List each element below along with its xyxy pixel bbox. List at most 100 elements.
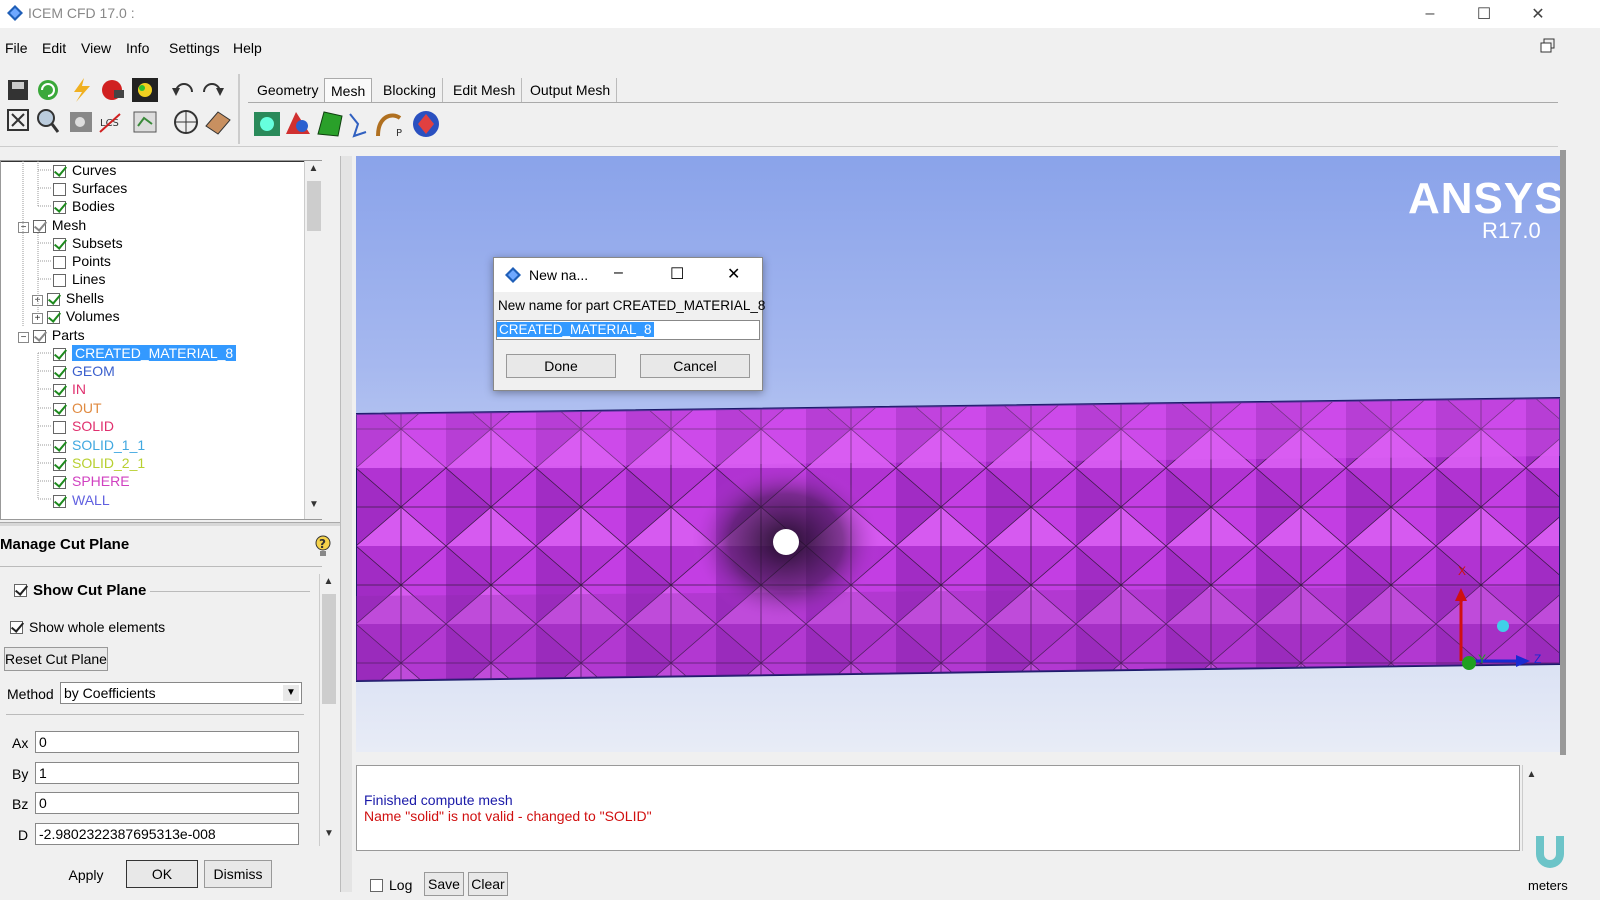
mesh-checkbox[interactable]: [32, 219, 46, 233]
graphics-viewport[interactable]: ANSYS R17.0 X Y Z: [356, 156, 1560, 752]
tab-edit-mesh[interactable]: Edit Mesh: [447, 78, 523, 102]
show-whole-elements-toggle[interactable]: Show whole elements: [10, 619, 165, 635]
menu-view[interactable]: View: [81, 40, 111, 56]
tree-node-points[interactable]: Points: [53, 252, 111, 270]
wireframe-icon[interactable]: [174, 110, 198, 134]
parts-checkbox[interactable]: [32, 329, 46, 343]
measure-icon[interactable]: [70, 112, 92, 132]
tree-scrollbar[interactable]: ▲ ▼: [304, 161, 322, 519]
message-log[interactable]: Finished compute mesh Name "solid" is no…: [356, 765, 1520, 851]
collapse-icon[interactable]: −: [18, 222, 29, 233]
save-icon[interactable]: [8, 80, 28, 100]
scroll-thumb[interactable]: [322, 594, 336, 704]
tree-part-solid[interactable]: SOLID: [53, 417, 114, 435]
zoom-icon[interactable]: [37, 109, 60, 133]
reset-cut-plane-button[interactable]: Reset Cut Plane: [4, 647, 108, 671]
expand-icon[interactable]: +: [32, 295, 43, 306]
restore-panel-icon[interactable]: [1540, 38, 1556, 54]
points-checkbox[interactable]: [53, 255, 66, 269]
solid-shade-icon[interactable]: [205, 111, 231, 135]
menu-settings[interactable]: Settings: [169, 40, 220, 56]
surfaces-checkbox[interactable]: [53, 182, 66, 196]
red-sphere-icon[interactable]: [102, 80, 124, 100]
view-options-icon[interactable]: [133, 111, 157, 133]
refresh-icon[interactable]: [38, 80, 58, 100]
ax-input[interactable]: 0: [35, 731, 299, 753]
scroll-thumb[interactable]: [307, 181, 321, 231]
tab-geometry[interactable]: Geometry: [251, 78, 326, 102]
tree-node-curves[interactable]: Curves: [53, 161, 116, 179]
tree-part-created-material-8[interactable]: CREATED_MATERIAL_8: [53, 344, 237, 362]
part-checkbox[interactable]: [53, 439, 66, 453]
ok-button[interactable]: OK: [126, 860, 198, 888]
scroll-up-icon[interactable]: ▲: [1523, 769, 1540, 780]
method-select[interactable]: by Coefficients ▼: [60, 682, 302, 704]
apply-button[interactable]: Apply: [48, 863, 124, 887]
help-icon[interactable]: ?: [314, 534, 332, 558]
collapse-icon[interactable]: −: [18, 332, 29, 343]
subsets-checkbox[interactable]: [53, 237, 66, 251]
tree-part-geom[interactable]: GEOM: [53, 362, 115, 380]
tree-node-shells[interactable]: + Shells: [32, 289, 104, 307]
lightning-icon[interactable]: [74, 78, 90, 102]
panel-scrollbar[interactable]: ▲ ▼: [319, 574, 337, 846]
curves-checkbox[interactable]: [53, 164, 66, 178]
tree-part-in[interactable]: IN: [53, 380, 86, 398]
dialog-close-button[interactable]: ✕: [727, 264, 740, 284]
dismiss-button[interactable]: Dismiss: [204, 860, 272, 888]
menu-file[interactable]: File: [5, 40, 28, 56]
local-coords-icon[interactable]: LCS: [99, 113, 121, 133]
done-button[interactable]: Done: [506, 354, 616, 378]
global-mesh-setup-icon[interactable]: [254, 112, 280, 136]
part-checkbox[interactable]: [53, 494, 66, 508]
minimize-button[interactable]: –: [1407, 0, 1453, 28]
expand-icon[interactable]: +: [32, 313, 43, 324]
part-checkbox[interactable]: [53, 475, 66, 489]
cancel-button[interactable]: Cancel: [640, 354, 750, 378]
show-cut-plane-toggle[interactable]: Show Cut Plane: [14, 582, 146, 599]
bodies-checkbox[interactable]: [53, 200, 66, 214]
tab-mesh[interactable]: Mesh: [324, 78, 373, 102]
tree-part-sphere[interactable]: SPHERE: [53, 472, 130, 490]
create-mesh-density-icon[interactable]: P: [376, 113, 402, 139]
new-name-input[interactable]: CREATED_MATERIAL_8: [496, 320, 760, 340]
close-button[interactable]: ✕: [1515, 0, 1561, 28]
part-checkbox[interactable]: [53, 420, 66, 434]
log-toggle[interactable]: Log: [370, 877, 412, 893]
log-checkbox[interactable]: [370, 878, 383, 892]
part-checkbox[interactable]: [53, 402, 66, 416]
scroll-up-icon[interactable]: ▲: [320, 576, 337, 587]
menu-help[interactable]: Help: [233, 40, 262, 56]
dialog-minimize-button[interactable]: –: [614, 264, 623, 282]
lines-checkbox[interactable]: [53, 273, 66, 287]
color-display-icon[interactable]: [132, 78, 158, 102]
tree-node-subsets[interactable]: Subsets: [53, 234, 123, 252]
tree-part-wall[interactable]: WALL: [53, 491, 110, 509]
curve-mesh-setup-icon[interactable]: [349, 113, 367, 138]
tab-blocking[interactable]: Blocking: [377, 78, 443, 102]
part-mesh-setup-icon[interactable]: [286, 112, 310, 134]
tree-node-lines[interactable]: Lines: [53, 270, 105, 288]
scroll-down-icon[interactable]: ▼: [309, 499, 319, 510]
part-checkbox[interactable]: [53, 365, 66, 379]
chevron-down-icon[interactable]: ▼: [283, 685, 299, 701]
surface-mesh-setup-icon[interactable]: [317, 111, 343, 137]
undo-icon[interactable]: [172, 83, 193, 96]
shells-checkbox[interactable]: [46, 292, 60, 306]
tree-part-solid-2-1[interactable]: SOLID_2_1: [53, 454, 145, 472]
compute-mesh-icon[interactable]: [413, 111, 439, 137]
show-whole-elements-checkbox[interactable]: [10, 620, 23, 634]
menu-edit[interactable]: Edit: [42, 40, 66, 56]
scroll-up-icon[interactable]: ▲: [305, 163, 322, 174]
redo-icon[interactable]: [203, 83, 224, 96]
tree-node-volumes[interactable]: + Volumes: [32, 307, 120, 325]
vertical-splitter[interactable]: [340, 156, 352, 892]
scroll-down-icon[interactable]: ▼: [324, 828, 334, 839]
panel-splitter[interactable]: [0, 522, 340, 526]
bz-input[interactable]: 0: [35, 792, 299, 814]
d-input[interactable]: -2.9802322387695313e-008: [35, 823, 299, 845]
show-cut-plane-checkbox[interactable]: [14, 584, 27, 597]
tree-node-surfaces[interactable]: Surfaces: [53, 179, 127, 197]
part-checkbox[interactable]: [53, 383, 66, 397]
maximize-button[interactable]: ☐: [1461, 0, 1507, 28]
